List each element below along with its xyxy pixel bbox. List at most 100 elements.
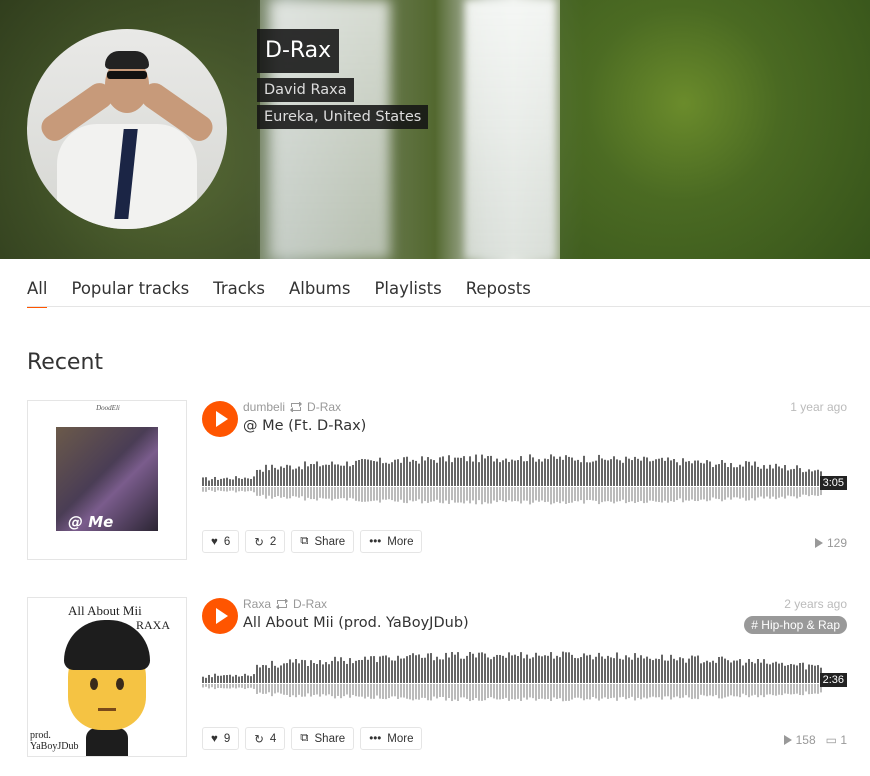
like-button[interactable]: ♥ 9 xyxy=(202,727,240,750)
waveform-reflection xyxy=(727,487,729,498)
waveform-reflection xyxy=(559,684,561,699)
waveform-reflection xyxy=(586,684,588,700)
waveform-reflection xyxy=(388,487,390,500)
waveform-reflection xyxy=(268,684,270,693)
track-title[interactable]: All About Mii (prod. YaBoyJDub) xyxy=(243,615,469,631)
waveform-bar xyxy=(475,454,477,486)
waveform-reflection xyxy=(811,684,813,694)
uploader-link[interactable]: Raxa xyxy=(243,597,271,611)
waveform-bar xyxy=(538,459,540,486)
waveform-reflection xyxy=(367,487,369,502)
waveform-bar xyxy=(574,460,576,486)
track-artwork[interactable]: DoodEli @ Me xyxy=(27,400,187,560)
waveform-reflection xyxy=(205,487,207,492)
waveform-bar xyxy=(700,663,702,683)
waveform-bar xyxy=(622,462,624,486)
waveform-reflection xyxy=(628,487,630,503)
waveform-reflection xyxy=(625,487,627,504)
waveform-bar xyxy=(637,458,639,486)
waveform-bar xyxy=(760,468,762,486)
waveform-reflection xyxy=(754,684,756,695)
reposter-link[interactable]: D-Rax xyxy=(293,597,327,611)
waveform-bar xyxy=(379,457,381,486)
waveform-bar xyxy=(694,656,696,683)
play-count-icon xyxy=(783,735,792,745)
profile-avatar[interactable] xyxy=(27,29,227,229)
waveform-bar xyxy=(460,658,462,683)
waveform-bar xyxy=(418,463,420,486)
repost-button[interactable]: ↻ 4 xyxy=(245,727,286,750)
waveform-reflection xyxy=(334,487,336,499)
waveform-bar xyxy=(586,655,588,683)
tab-all[interactable]: All xyxy=(27,278,48,308)
waveform-bar xyxy=(466,655,468,683)
waveform-bar xyxy=(709,662,711,683)
waveform-reflection xyxy=(613,684,615,698)
waveform-bar xyxy=(811,471,813,486)
waveform-bar xyxy=(310,464,312,486)
tab-reposts[interactable]: Reposts xyxy=(466,278,531,308)
tab-albums[interactable]: Albums xyxy=(289,278,350,308)
repost-button[interactable]: ↻ 2 xyxy=(245,530,286,553)
uploader-link[interactable]: dumbeli xyxy=(243,400,285,414)
waveform-bar xyxy=(757,466,759,486)
waveform-reflection xyxy=(232,487,234,491)
waveform-bar xyxy=(259,667,261,683)
reposter-link[interactable]: D-Rax xyxy=(307,400,341,414)
waveform-reflection xyxy=(616,684,618,701)
waveform-reflection xyxy=(589,684,591,700)
waveform-reflection xyxy=(352,684,354,695)
repost-icon: ↻ xyxy=(254,733,264,746)
waveform-bar xyxy=(358,459,360,486)
waveform-reflection xyxy=(577,487,579,502)
tab-popular-tracks[interactable]: Popular tracks xyxy=(71,278,189,308)
waveform-reflection xyxy=(601,487,603,503)
waveform-bar xyxy=(592,659,594,683)
waveform-bar xyxy=(241,478,243,486)
like-button[interactable]: ♥ 6 xyxy=(202,530,240,553)
waveform-bar xyxy=(229,674,231,683)
share-button[interactable]: ⧉ Share xyxy=(291,727,355,750)
play-button[interactable] xyxy=(202,401,238,437)
tab-playlists[interactable]: Playlists xyxy=(374,278,441,308)
waveform-reflection xyxy=(535,684,537,701)
waveform-bar xyxy=(280,665,282,683)
track-artwork[interactable]: All About Mii RAXA prod. YaBoyJDub xyxy=(27,597,187,757)
repost-icon xyxy=(290,402,303,412)
waveform-reflection xyxy=(688,684,690,698)
waveform-bar xyxy=(724,658,726,683)
track-title[interactable]: @ Me (Ft. D-Rax) xyxy=(243,418,366,434)
waveform-reflection xyxy=(697,684,699,700)
waveform-reflection xyxy=(466,487,468,501)
waveform-bar xyxy=(262,665,264,683)
waveform-bar xyxy=(700,462,702,486)
waveform-reflection xyxy=(640,684,642,700)
waveform-reflection xyxy=(325,684,327,696)
waveform-reflection xyxy=(553,684,555,698)
waveform[interactable] xyxy=(202,649,847,705)
artwork-overlay-text: @ Me xyxy=(68,513,114,531)
waveform-bar xyxy=(400,462,402,486)
waveform-bar xyxy=(283,467,285,486)
waveform-bar xyxy=(790,469,792,486)
waveform-bar xyxy=(595,656,597,683)
waveform[interactable] xyxy=(202,452,847,508)
waveform-reflection xyxy=(394,487,396,502)
waveform-reflection xyxy=(289,684,291,697)
waveform-reflection xyxy=(511,487,513,502)
waveform-reflection xyxy=(328,684,330,695)
waveform-reflection xyxy=(253,684,255,689)
waveform-bar xyxy=(487,657,489,683)
waveform-bar xyxy=(352,464,354,486)
genre-tag[interactable]: # Hip-hop & Rap xyxy=(744,616,847,634)
waveform-bar xyxy=(424,657,426,683)
waveform-reflection xyxy=(604,487,606,502)
more-button[interactable]: ••• More xyxy=(360,727,423,750)
waveform-bar xyxy=(562,459,564,486)
waveform-bar xyxy=(742,466,744,486)
tab-tracks[interactable]: Tracks xyxy=(213,278,265,308)
share-button[interactable]: ⧉ Share xyxy=(291,530,355,553)
more-button[interactable]: ••• More xyxy=(360,530,423,553)
waveform-reflection xyxy=(208,487,210,491)
play-button[interactable] xyxy=(202,598,238,634)
